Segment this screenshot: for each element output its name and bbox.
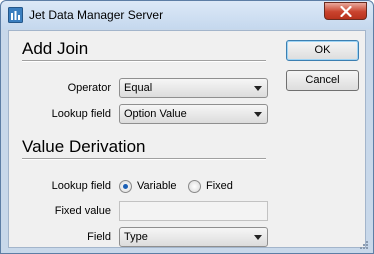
lookup-field-select[interactable]: Option Value [119, 104, 268, 124]
fixed-radio-label[interactable]: Fixed [206, 180, 233, 192]
chevron-down-icon [254, 235, 262, 240]
resize-grip-icon[interactable] [359, 240, 369, 250]
dialog-body: Add Join Operator Equal Lookup field Opt… [8, 30, 366, 248]
lookup-field-label: Lookup field [51, 108, 111, 120]
add-join-heading: Add Join [22, 39, 89, 58]
operator-value: Equal [124, 82, 153, 94]
lookup-field-value: Option Value [124, 108, 187, 120]
fixed-value-input[interactable] [119, 201, 268, 221]
field-label: Field [87, 231, 111, 243]
chevron-down-icon [254, 86, 262, 91]
operator-label: Operator [67, 82, 111, 94]
value-derivation-heading: Value Derivation [22, 137, 146, 156]
dialog-window: Jet Data Manager Server Add Join Operato… [0, 0, 374, 254]
fixed-value-label: Fixed value [54, 205, 111, 217]
cancel-button[interactable]: Cancel [286, 70, 359, 91]
variable-radio[interactable] [119, 180, 132, 193]
add-join-divider [22, 60, 266, 62]
close-icon [340, 6, 352, 17]
close-button[interactable] [324, 2, 367, 20]
app-icon [8, 7, 23, 23]
field-value: Type [124, 231, 148, 243]
title-bar[interactable]: Jet Data Manager Server [1, 1, 373, 29]
fixed-radio[interactable] [188, 180, 201, 193]
value-derivation-divider [22, 158, 266, 160]
ok-button[interactable]: OK [286, 40, 359, 61]
chevron-down-icon [254, 112, 262, 117]
derivation-lookup-field-label: Lookup field [51, 180, 111, 192]
window-title: Jet Data Manager Server [29, 8, 164, 22]
variable-radio-label[interactable]: Variable [137, 180, 177, 192]
field-select[interactable]: Type [119, 227, 268, 247]
operator-select[interactable]: Equal [119, 78, 268, 98]
